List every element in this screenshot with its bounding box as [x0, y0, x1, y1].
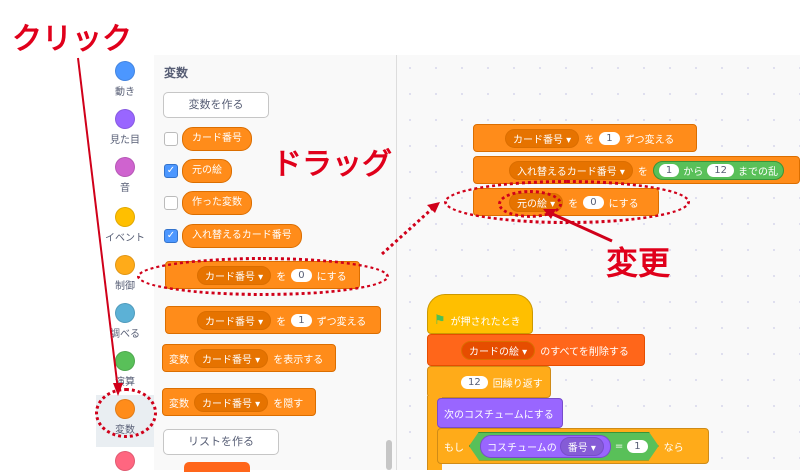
click-arrow-line	[77, 57, 119, 391]
annotation-arrows	[77, 57, 613, 396]
change-arrow-line	[547, 210, 613, 243]
drag-arrowhead	[427, 202, 440, 213]
drag-arrow-line	[380, 205, 436, 256]
click-arrowhead	[113, 383, 123, 396]
